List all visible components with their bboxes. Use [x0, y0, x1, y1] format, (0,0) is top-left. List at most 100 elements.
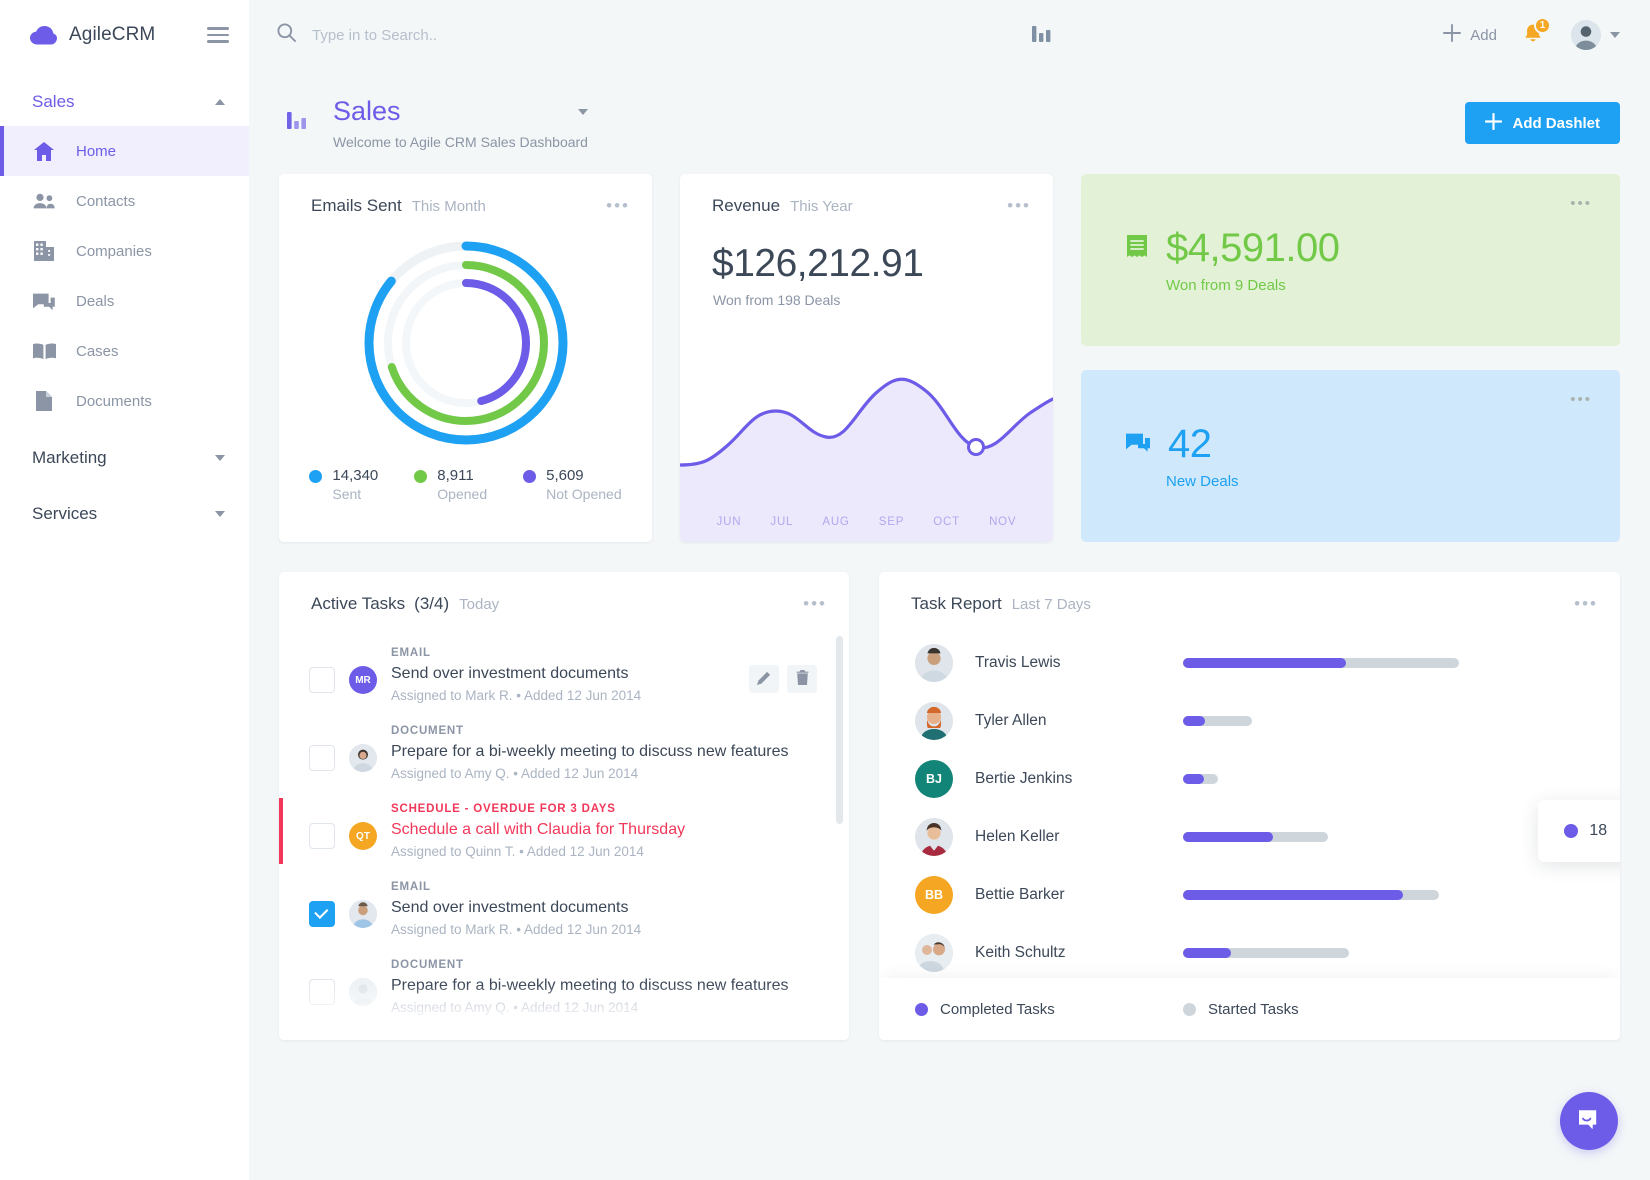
task-row[interactable]: DOCUMENT Prepare for a bi-weekly meeting… [279, 948, 839, 1026]
task-row[interactable]: QT SCHEDULE - OVERDUE FOR 3 DAYS Schedul… [279, 792, 839, 870]
add-button[interactable]: Add [1443, 24, 1497, 46]
report-bar [1183, 832, 1328, 842]
chevron-down-icon [577, 108, 588, 115]
search-input[interactable] [312, 26, 642, 44]
revenue-amount: $126,212.91 [712, 242, 924, 285]
search-icon [277, 23, 296, 47]
page-title-text: Sales [333, 96, 401, 126]
revenue-area-chart [680, 377, 1053, 542]
contacts-icon [32, 190, 56, 212]
add-dashlet-label: Add Dashlet [1512, 114, 1600, 132]
sidebar-item-home[interactable]: Home [0, 126, 249, 176]
bell-icon [1519, 24, 1547, 52]
task-kind: DOCUMENT [391, 959, 464, 971]
report-bar-fill [1183, 890, 1404, 900]
more-options-icon[interactable]: ••• [1570, 196, 1592, 211]
report-name: Keith Schultz [975, 944, 1066, 961]
sidebar-item-deals[interactable]: Deals [0, 276, 249, 326]
notification-badge: 1 [1534, 17, 1551, 34]
legend-label: Completed Tasks [940, 1000, 1055, 1018]
avatar [349, 900, 377, 928]
report-row[interactable]: Helen Keller [879, 808, 1620, 866]
stat-value-row: $4,591.00 [1126, 226, 1592, 271]
legend-label: Not Opened [546, 486, 622, 503]
avatar: QT [349, 822, 377, 850]
avatar: BJ [915, 760, 953, 798]
task-body: SCHEDULE - OVERDUE FOR 3 DAYS Schedule a… [391, 803, 817, 859]
task-row[interactable]: EMAIL Send over investment documents Ass… [279, 870, 839, 948]
card-period: Last 7 Days [1011, 596, 1091, 613]
sidebar-group-services[interactable]: Services [0, 482, 249, 538]
tasks-count: (3/4) [414, 594, 450, 613]
avatar [915, 818, 953, 856]
more-options-icon[interactable]: ••• [1007, 197, 1031, 214]
avatar [349, 744, 377, 772]
page-title[interactable]: Sales [333, 96, 588, 127]
task-meta: Assigned to Amy Q. • Added 12 Jun 2014 [391, 1000, 639, 1015]
report-bar-fill [1183, 774, 1204, 784]
pencil-icon [757, 671, 771, 688]
brand-header: AgileCRM [0, 0, 249, 70]
bar-chart-icon [1031, 24, 1054, 47]
sidebar-item-contacts[interactable]: Contacts [0, 176, 249, 226]
task-checkbox[interactable] [309, 979, 335, 1005]
add-button-label: Add [1470, 26, 1497, 44]
plus-icon [1443, 24, 1462, 46]
legend-value: 8,911 [437, 467, 474, 484]
card-header: Emails Sent This Month ••• [279, 174, 652, 216]
report-tooltip: 18 26 [1538, 800, 1620, 862]
more-options-icon[interactable]: ••• [606, 197, 630, 214]
avatar [915, 702, 953, 740]
legend-label: Opened [437, 486, 488, 503]
task-checkbox[interactable] [309, 823, 335, 849]
sidebar-item-cases[interactable]: Cases [0, 326, 249, 376]
task-kind: EMAIL [391, 647, 431, 659]
task-row[interactable]: DOCUMENT Prepare for a bi-weekly meeting… [279, 714, 839, 792]
app-root: AgileCRM Sales Home Contacts Companies D… [0, 0, 1650, 1180]
report-row[interactable]: Travis Lewis [879, 634, 1620, 692]
report-row[interactable]: Tyler Allen [879, 692, 1620, 750]
sidebar-group-marketing[interactable]: Marketing [0, 426, 249, 482]
chat-support-button[interactable] [1560, 1092, 1618, 1150]
task-checkbox[interactable] [309, 667, 335, 693]
legend-dot-sent [309, 470, 323, 483]
hamburger-icon[interactable] [207, 27, 229, 43]
sidebar-item-companies[interactable]: Companies [0, 226, 249, 276]
avatar [915, 934, 953, 972]
document-icon [32, 390, 56, 412]
report-bar [1183, 890, 1439, 900]
legend-item: 8,911 Opened [414, 466, 487, 502]
report-row[interactable]: Keith Schultz [879, 924, 1620, 982]
task-checkbox[interactable] [309, 745, 335, 771]
search-box[interactable] [277, 23, 642, 47]
page-subtitle: Welcome to Agile CRM Sales Dashboard [333, 134, 588, 150]
legend-started: Started Tasks [1183, 1001, 1299, 1018]
x-tick: SEP [878, 516, 905, 528]
task-meta: Assigned to Mark R. • Added 12 Jun 2014 [391, 688, 642, 703]
task-checkbox[interactable] [309, 901, 335, 927]
delete-task-button[interactable] [787, 665, 817, 693]
task-kind: EMAIL [391, 881, 431, 893]
task-actions [749, 665, 817, 693]
dashboard-content: Sales Welcome to Agile CRM Sales Dashboa… [249, 70, 1650, 1180]
report-row[interactable]: BB Bettie Barker [879, 866, 1620, 924]
edit-task-button[interactable] [749, 665, 779, 693]
sidebar-group-sales[interactable]: Sales [0, 70, 249, 126]
scrollbar-thumb[interactable] [836, 636, 843, 824]
report-row[interactable]: BJ Bertie Jenkins [879, 750, 1620, 808]
notification-button[interactable]: 1 [1519, 17, 1551, 52]
tasks-list: MR EMAIL Send over investment documents … [279, 636, 849, 1036]
sidebar-item-documents[interactable]: Documents [0, 376, 249, 426]
bottom-widgets-row: Active Tasks (3/4) Today ••• MR EMAIL Se… [279, 572, 1620, 1040]
task-row[interactable]: MR EMAIL Send over investment documents … [279, 636, 839, 714]
won-revenue-card: ••• $4,591.00 Won from 9 Deals [1081, 174, 1620, 346]
chevron-down-icon [215, 455, 225, 461]
more-options-icon[interactable]: ••• [1574, 595, 1598, 612]
tasks-scrollbar[interactable] [836, 636, 843, 1026]
more-options-icon[interactable]: ••• [1570, 392, 1592, 407]
more-options-icon[interactable]: ••• [803, 595, 827, 612]
user-menu[interactable] [1571, 20, 1620, 50]
add-dashlet-button[interactable]: Add Dashlet [1465, 102, 1620, 144]
emails-legend: 14,340 Sent 8,911 Opened 5,609 Not Opene… [279, 466, 652, 502]
task-report-card: Task Report Last 7 Days ••• Travis Lewis [879, 572, 1620, 1040]
